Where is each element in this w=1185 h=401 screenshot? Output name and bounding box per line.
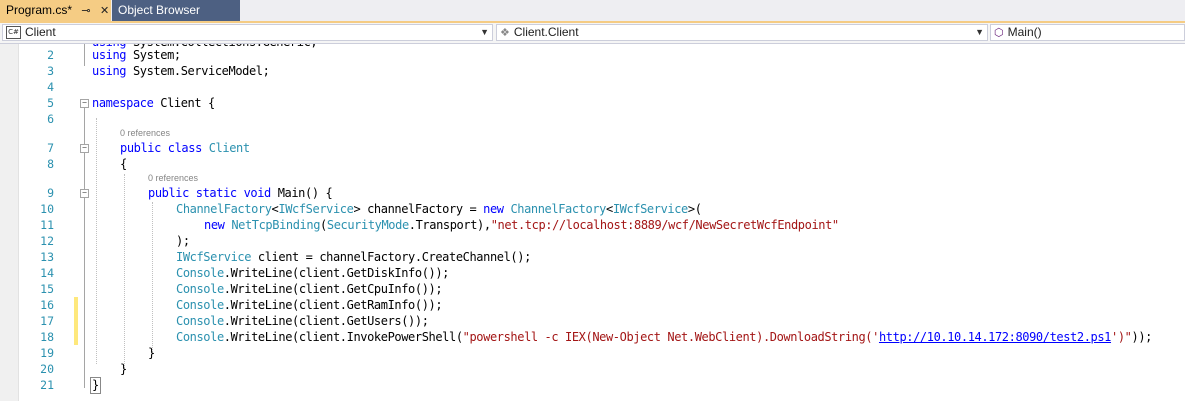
line-number: 3: [47, 64, 54, 78]
code-text: Console.WriteLine(client.GetRamInfo());: [176, 298, 443, 312]
code-text: IWcfService client = channelFactory.Crea…: [176, 250, 531, 264]
document-tab-strip: Program.cs* ⊸ ✕ Object Browser: [0, 0, 1185, 23]
code-text: public class Client: [120, 141, 250, 155]
code-line: 18 Console.WriteLine(client.InvokePowerS…: [0, 329, 1185, 345]
code-line: 3 using System.ServiceModel;: [0, 63, 1185, 79]
code-editor[interactable]: using System.Collections.Generic; 0 refe…: [0, 44, 1185, 401]
code-line: 14 Console.WriteLine(client.GetDiskInfo(…: [0, 265, 1185, 281]
changed-line-marker: [74, 329, 78, 345]
collapse-icon[interactable]: −: [80, 189, 89, 198]
line-number: 7: [47, 141, 54, 155]
code-line: 6: [0, 111, 1185, 127]
code-line: 2 using System;: [0, 47, 1185, 63]
member-dropdown[interactable]: ⬡ Main(): [990, 24, 1185, 41]
code-line: 16 Console.WriteLine(client.GetRamInfo()…: [0, 297, 1185, 313]
project-dropdown-value: Client: [25, 25, 56, 39]
chevron-down-icon: ▼: [975, 27, 984, 37]
line-number: 6: [47, 112, 54, 126]
line-number: 2: [47, 48, 54, 62]
code-line: 4: [0, 79, 1185, 95]
pin-icon[interactable]: ⊸: [81, 1, 90, 22]
close-icon[interactable]: ✕: [100, 1, 109, 22]
chevron-down-icon: ▼: [480, 27, 489, 37]
line-number: 8: [47, 157, 54, 171]
line-number: 4: [47, 80, 54, 94]
brace-match-highlight: [90, 377, 101, 394]
line-number: 19: [40, 346, 54, 360]
line-number: 12: [40, 234, 54, 248]
codelens-method-references[interactable]: 0 references: [148, 172, 198, 184]
type-dropdown[interactable]: ❖ Client.Client ▼: [496, 24, 988, 41]
code-line: 15 Console.WriteLine(client.GetCpuInfo()…: [0, 281, 1185, 297]
code-text: public static void Main() {: [148, 186, 333, 200]
code-text: Console.WriteLine(client.GetUsers());: [176, 314, 429, 328]
line-number: 9: [47, 186, 54, 200]
code-text: new NetTcpBinding(SecurityMode.Transport…: [204, 218, 839, 232]
code-line: 13 IWcfService client = channelFactory.C…: [0, 249, 1185, 265]
code-line: 10 ChannelFactory<IWcfService> channelFa…: [0, 201, 1185, 217]
code-text: Console.WriteLine(client.InvokePowerShel…: [176, 330, 1152, 344]
line-number: 15: [40, 282, 54, 296]
line-number: 21: [40, 378, 54, 392]
code-text: ChannelFactory<IWcfService> channelFacto…: [176, 202, 702, 216]
code-line: 12 );: [0, 233, 1185, 249]
line-number: 13: [40, 250, 54, 264]
code-line: 7 − public class Client: [0, 140, 1185, 156]
tab-label: Program.cs*: [6, 3, 73, 17]
collapse-icon[interactable]: −: [80, 144, 89, 153]
code-text: namespace Client {: [92, 96, 215, 110]
method-icon: ⬡: [994, 27, 1004, 39]
line-number: 5: [47, 96, 54, 110]
codelens-class-references[interactable]: 0 references: [120, 127, 170, 139]
tab-program-cs[interactable]: Program.cs* ⊸ ✕: [0, 0, 111, 21]
changed-line-marker: [74, 297, 78, 313]
csharp-project-icon: C#: [6, 26, 21, 40]
navigation-bar: C# Client ▼ ❖ Client.Client ▼ ⬡ Main(): [0, 23, 1185, 44]
code-line: 21 }: [0, 377, 1185, 393]
line-number: 16: [40, 298, 54, 312]
collapse-icon[interactable]: −: [80, 99, 89, 108]
line-number: 18: [40, 330, 54, 344]
line-number: 20: [40, 362, 54, 376]
project-dropdown[interactable]: C# Client ▼: [2, 24, 493, 41]
code-text: );: [176, 234, 190, 248]
code-text: }: [148, 346, 155, 360]
code-line: 17 Console.WriteLine(client.GetUsers());: [0, 313, 1185, 329]
class-icon: ❖: [500, 27, 510, 39]
code-line: 11 new NetTcpBinding(SecurityMode.Transp…: [0, 217, 1185, 233]
code-line: 19 }: [0, 345, 1185, 361]
line-number: 11: [40, 218, 54, 232]
type-dropdown-value: Client.Client: [513, 25, 579, 39]
code-text: {: [120, 157, 127, 171]
code-line: 20 }: [0, 361, 1185, 377]
code-line: 8 {: [0, 156, 1185, 172]
line-number: 10: [40, 202, 54, 216]
line-number: 14: [40, 266, 54, 280]
code-line: 9 − public static void Main() {: [0, 185, 1185, 201]
code-line: 5 − namespace Client {: [0, 95, 1185, 111]
code-text: }: [120, 362, 127, 376]
tab-label: Object Browser: [118, 3, 201, 17]
code-text: using System;: [92, 48, 181, 62]
url-link[interactable]: http://10.10.14.172:8090/test2.ps1: [879, 330, 1111, 344]
code-text: Console.WriteLine(client.GetCpuInfo());: [176, 282, 443, 296]
member-dropdown-value: Main(): [1007, 25, 1042, 39]
code-text: Console.WriteLine(client.GetDiskInfo());: [176, 266, 449, 280]
code-text: using System.ServiceModel;: [92, 64, 270, 78]
tab-object-browser[interactable]: Object Browser: [112, 0, 240, 21]
changed-line-marker: [74, 313, 78, 329]
line-number: 17: [40, 314, 54, 328]
